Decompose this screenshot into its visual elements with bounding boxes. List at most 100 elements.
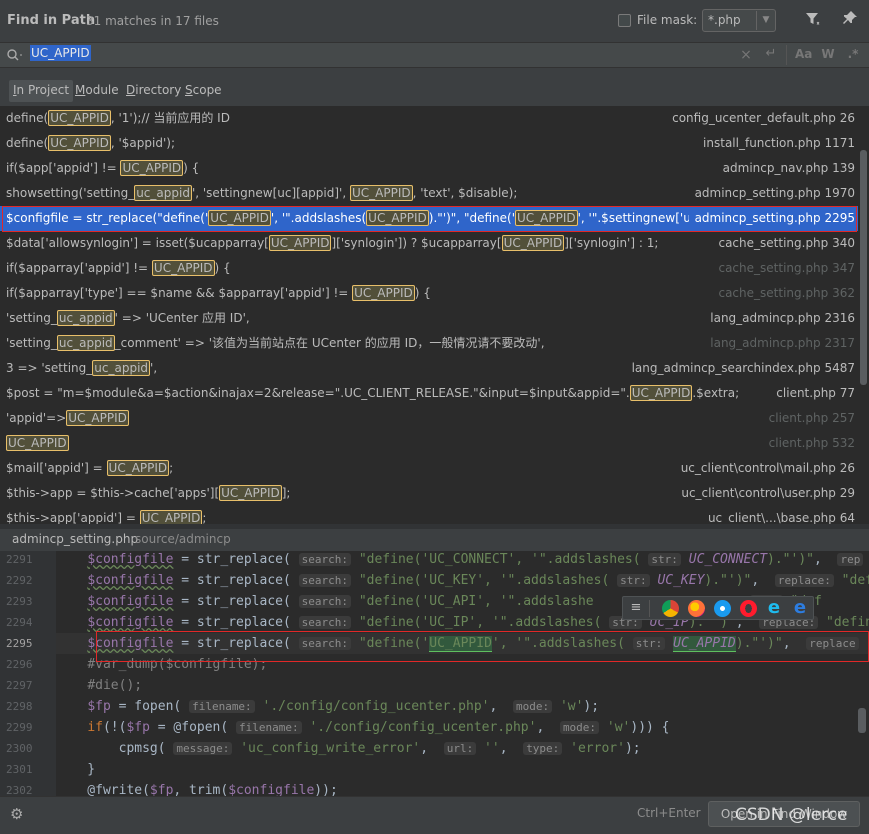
- regex-icon[interactable]: .*: [845, 47, 861, 63]
- result-row[interactable]: $mail['appid'] = UC_APPID; uc_client\cont…: [0, 456, 858, 481]
- match-highlight: UC_APPID: [268, 235, 332, 251]
- result-code: $this->app = $this->cache['apps'][UC_APP…: [6, 485, 291, 501]
- result-code: 3 => 'setting_ uc_appid ',: [6, 360, 158, 376]
- list-icon[interactable]: ≡: [628, 600, 644, 615]
- clear-icon[interactable]: ×: [739, 47, 753, 63]
- whole-words-icon[interactable]: W: [820, 47, 836, 63]
- result-file-location: cache_setting.php 347: [712, 256, 855, 281]
- edge-icon[interactable]: e: [791, 598, 809, 618]
- result-row[interactable]: if($apparray['type'] == $name && $apparr…: [0, 281, 858, 306]
- line-number: 2292: [6, 574, 33, 587]
- result-row[interactable]: define(UC_APPID, '1');// 当前应用的 ID config_…: [0, 106, 858, 131]
- result-file-location: lang_admincp.php 2316: [704, 306, 855, 331]
- match-highlight: uc_appid: [56, 310, 115, 326]
- editor-scrollbar-thumb[interactable]: [858, 708, 866, 733]
- result-row[interactable]: $this->app['appid'] = UC_APPID; uc_client…: [0, 506, 858, 524]
- results-list[interactable]: define(UC_APPID, '1');// 当前应用的 ID config_…: [0, 106, 858, 524]
- result-row[interactable]: 'setting_ uc_appid _comment' => '该值为当前站点在 …: [0, 331, 858, 356]
- results-scrollbar-thumb[interactable]: [860, 150, 867, 385]
- result-row[interactable]: if($app['appid'] != UC_APPID) {admincp_n…: [0, 156, 858, 181]
- result-file-location: config_ucenter_default.php 26: [666, 106, 855, 131]
- shortcut-hint: Ctrl+Enter: [637, 806, 701, 820]
- annotation-box: [2, 206, 857, 232]
- result-file-location: cache_setting.php 362: [712, 281, 855, 306]
- file-mask-label: File mask:: [637, 13, 698, 27]
- annotation-box: [96, 631, 869, 662]
- match-highlight: UC_APPID: [120, 160, 184, 176]
- result-row[interactable]: $data['allowsynlogin'] = isset($ucapparr…: [0, 231, 858, 256]
- dialog-title: Find in Path: [7, 13, 96, 28]
- code-line: $configfile = str_replace( search: "defi…: [87, 573, 869, 588]
- match-highlight: UC_APPID: [48, 135, 111, 151]
- gear-icon[interactable]: ⚙: [10, 805, 23, 823]
- result-file-location: uc_client\control\mail.php 26: [674, 456, 855, 481]
- line-number: 2301: [6, 763, 33, 776]
- match-highlight: UC_APPID: [629, 385, 693, 401]
- result-code: if($apparray['type'] == $name && $apparr…: [6, 285, 431, 301]
- match-highlight: UC_APPID: [6, 435, 69, 451]
- match-highlight: UC_APPID: [352, 285, 415, 301]
- result-code: UC_APPID: [6, 431, 69, 456]
- code-line: }: [56, 762, 96, 777]
- opera-icon[interactable]: [740, 600, 757, 617]
- line-number-gutter: 2291 2292 2293 2294 2295 2296 2297 2298 2299 2300…: [0, 551, 56, 797]
- result-row[interactable]: $post = "m=$module&a=$action&inajax=2&re…: [0, 381, 858, 406]
- safari-icon[interactable]: [714, 600, 731, 617]
- match-highlight: UC_APPID: [139, 510, 203, 524]
- file-mask-value[interactable]: *.php: [708, 13, 741, 27]
- code-line: $fp = fopen( filename: './config/config_…: [87, 699, 600, 714]
- result-code: 'setting_ uc_appid ' => 'UCenter 应用 ID',: [6, 310, 250, 326]
- result-row[interactable]: $this->app = $this->cache['apps'][UC_APP…: [0, 481, 858, 506]
- result-code: 'setting_ uc_appid _comment' => '该值为当前站点在 …: [6, 335, 545, 351]
- tab-directory[interactable]: Directory: [122, 80, 185, 102]
- popup-divider: [649, 600, 650, 617]
- result-code: $this->app['appid'] = UC_APPID;: [6, 510, 207, 524]
- result-row[interactable]: showsetting('setting_ uc_appid ', 'setting…: [0, 181, 858, 206]
- chevron-down-icon[interactable]: ▼: [756, 11, 775, 30]
- match-highlight: UC_APPID: [151, 260, 215, 276]
- result-file-location: cache_setting.php 340: [712, 231, 855, 256]
- line-number: 2299: [6, 721, 33, 734]
- newline-icon[interactable]: ↵: [763, 46, 779, 62]
- result-file-location: uc_client\...\base.php 64: [701, 506, 855, 524]
- match-highlight: uc_appid: [56, 335, 115, 351]
- result-code: showsetting('setting_ uc_appid ', 'setting…: [6, 185, 518, 201]
- match-count: 31 matches in 17 files: [86, 14, 219, 28]
- match-case-icon[interactable]: Aa: [795, 47, 812, 63]
- firefox-icon[interactable]: [688, 600, 705, 617]
- result-file-location: client.php 77: [770, 381, 855, 406]
- result-row[interactable]: if($apparray['appid'] != UC_APPID) {cach…: [0, 256, 858, 281]
- filter-icon[interactable]: [803, 10, 823, 30]
- line-number: 2291: [6, 553, 33, 566]
- match-highlight: uc_appid: [92, 360, 151, 376]
- result-row[interactable]: define(UC_APPID, '$appid'); install_funct…: [0, 131, 858, 156]
- preview-file-path: source/admincp: [135, 532, 231, 546]
- match-highlight: UC_APPID: [501, 235, 565, 251]
- pin-icon[interactable]: [840, 10, 860, 30]
- result-file-location: uc_client\control\user.php 29: [675, 481, 855, 506]
- result-row[interactable]: 'setting_ uc_appid ' => 'UCenter 应用 ID', la…: [0, 306, 858, 331]
- search-icon: [6, 47, 24, 63]
- result-row[interactable]: 3 => 'setting_ uc_appid ', lang_admincp_sea…: [0, 356, 858, 381]
- result-row[interactable]: UC_APPID client.php 532: [0, 431, 858, 456]
- search-divider: [786, 45, 787, 65]
- tab-in-project[interactable]: In Project: [9, 80, 74, 102]
- code-line: @fwrite($fp, trim($configfile));: [56, 783, 338, 796]
- result-code: 'appid'=> UC_APPID: [6, 410, 129, 426]
- result-row[interactable]: 'appid'=> UC_APPID client.php 257: [0, 406, 858, 431]
- result-code: $mail['appid'] = UC_APPID;: [6, 460, 174, 476]
- result-file-location: install_function.php 1171: [697, 131, 855, 156]
- result-file-location: admincp_setting.php 1970: [688, 181, 855, 206]
- match-highlight: UC_APPID: [48, 110, 111, 126]
- code-preview-editor[interactable]: $configfile = str_replace( search: "defi…: [56, 551, 869, 796]
- line-number: 2298: [6, 700, 33, 713]
- search-input[interactable]: UC_APPID: [30, 45, 91, 61]
- internet-explorer-icon[interactable]: e: [765, 598, 783, 618]
- line-number: 2300: [6, 742, 33, 755]
- chrome-icon[interactable]: [662, 600, 679, 617]
- tab-scope[interactable]: Scope: [181, 80, 226, 102]
- result-file-location: admincp_nav.php 139: [716, 156, 855, 181]
- result-file-location: lang_admincp_searchindex.php 5487: [625, 356, 855, 381]
- tab-module[interactable]: Module: [71, 80, 123, 102]
- file-mask-checkbox[interactable]: [618, 14, 631, 27]
